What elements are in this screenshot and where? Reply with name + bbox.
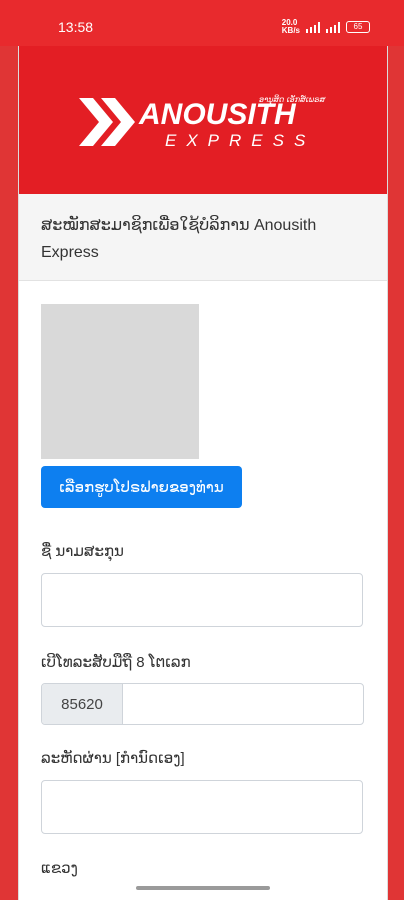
name-label: ຊື່ ນາມສະກຸນ xyxy=(41,543,124,560)
registration-page: ANOUSITH EXPRESS ອານຸສິດ ເອັກສ໌ເພຣສ ສະໝັ… xyxy=(18,46,388,900)
network-speed: 20.0 KB/s xyxy=(282,19,300,35)
page-subtitle: ສະໝັກສະມາຊິກເພື່ອໃຊ້ບໍລິການ Anousith Exp… xyxy=(41,217,317,261)
battery-icon: 65 xyxy=(346,21,370,33)
status-time: 13:58 xyxy=(58,19,94,35)
gesture-nav-handle[interactable] xyxy=(136,886,270,890)
password-label: ລະຫັດຜ່ານ [ກໍານົດເອງ] xyxy=(41,750,185,767)
phone-input-group: 85620 xyxy=(41,683,364,725)
province-label: ແຂວງ xyxy=(41,860,78,877)
header-banner: ANOUSITH EXPRESS ອານຸສິດ ເອັກສ໌ເພຣສ xyxy=(19,46,387,194)
anousith-logo: ANOUSITH EXPRESS ອານຸສິດ ເອັກສ໌ເພຣສ xyxy=(79,94,326,150)
password-input[interactable] xyxy=(41,780,363,834)
network-speed-unit: KB/s xyxy=(281,26,300,35)
signal-2-icon xyxy=(326,21,340,33)
phone-label: ເບີໂທລະສັບມືຖື 8 ໂຕເລກ xyxy=(41,654,191,671)
phone-prefix: 85620 xyxy=(42,684,123,724)
phone-input[interactable] xyxy=(123,684,363,724)
signal-icon xyxy=(306,21,320,33)
brand-tagline: ອານຸສິດ ເອັກສ໌ເພຣສ xyxy=(259,94,326,105)
name-input[interactable] xyxy=(41,573,363,627)
profile-photo-placeholder xyxy=(41,304,199,459)
status-bar: 13:58 20.0 KB/s 65 xyxy=(0,0,404,46)
brand-sub: EXPRESS xyxy=(165,131,315,150)
status-icons: 20.0 KB/s 65 xyxy=(282,19,370,35)
choose-photo-button[interactable]: ເລືອກຮູບໂປຣຟາຍຂອງທ່ານ xyxy=(41,466,242,508)
